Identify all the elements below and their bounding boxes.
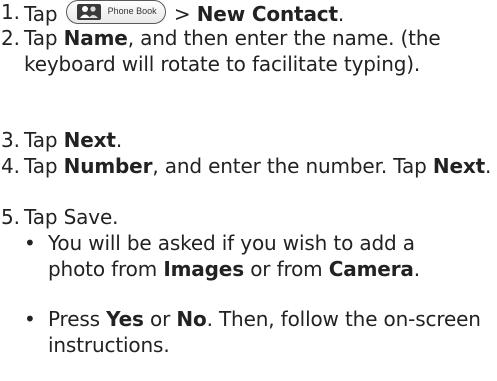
step-text-prefix: Tap (24, 2, 58, 26)
bullet-text-before: Press (48, 307, 100, 331)
step-text-mid: , and enter the number. Tap (152, 154, 427, 178)
step-text: Tap Name, and then enter the name. (the … (24, 26, 490, 77)
bullet-text-mid: or (150, 307, 171, 331)
step-target: New Contact (196, 2, 338, 26)
bullet-item-2: • Press Yes or No. Then, follow the on-s… (0, 307, 497, 358)
step-bold: Name (63, 26, 128, 50)
bullet-item-1: • You will be asked if you wish to add a… (0, 231, 455, 282)
step-number: 2 (1, 26, 20, 52)
step-2: 2 Tap Name, and then enter the name. (th… (0, 26, 490, 77)
step-text-before: Tap (24, 26, 58, 50)
phone-book-button-label: Phone Book (107, 6, 157, 16)
step-number: 4 (1, 154, 20, 180)
bullet-marker: • (24, 307, 36, 331)
bullet-bold: Images (163, 256, 244, 281)
step-text-after: . (115, 128, 123, 152)
bullet-text: Press Yes or No. Then, follow the on-scr… (48, 307, 497, 358)
bullet-text-mid: or from (250, 256, 323, 281)
bullet-marker: • (24, 231, 36, 255)
step-text: Tap Phone Book > New Contact. (24, 0, 497, 28)
phone-book-button[interactable]: Phone Book (65, 0, 166, 24)
step-bold-2: Next (432, 154, 486, 178)
step-number: 3 (1, 128, 20, 154)
step-text: Tap Save. (24, 205, 119, 229)
step-text-after: . (485, 154, 492, 178)
step-1: 1 Tap Phone Book > New Contact. (0, 0, 497, 28)
step-text-before: Tap (24, 128, 58, 152)
step-suffix: . (337, 2, 345, 26)
step-text: Tap Next. (24, 128, 494, 154)
contacts-icon (76, 4, 101, 20)
bullet-text-after: . (413, 256, 420, 281)
step-bold: Next (63, 128, 116, 152)
bullet-bold: Yes (106, 307, 144, 331)
step-number: 5 (1, 205, 20, 231)
step-separator: > (173, 2, 191, 26)
step-text: Tap Number, and enter the number. Tap Ne… (24, 154, 497, 180)
step-bold: Number (63, 154, 153, 178)
step-text-before: Tap (24, 154, 58, 178)
step-number: 1 (1, 0, 20, 26)
instruction-document: 1 Tap Phone Book > New Contact. 2 Tap Na (0, 0, 497, 381)
step-3: 3 Tap Next. (0, 128, 494, 154)
step-5: 5 Tap Save. (0, 205, 494, 231)
bullet-text: You will be asked if you wish to add a p… (48, 231, 455, 282)
step-4: 4 Tap Number, and enter the number. Tap … (0, 154, 497, 180)
bullet-bold-2: Camera (328, 256, 414, 281)
bullet-bold-2: No (176, 307, 207, 331)
